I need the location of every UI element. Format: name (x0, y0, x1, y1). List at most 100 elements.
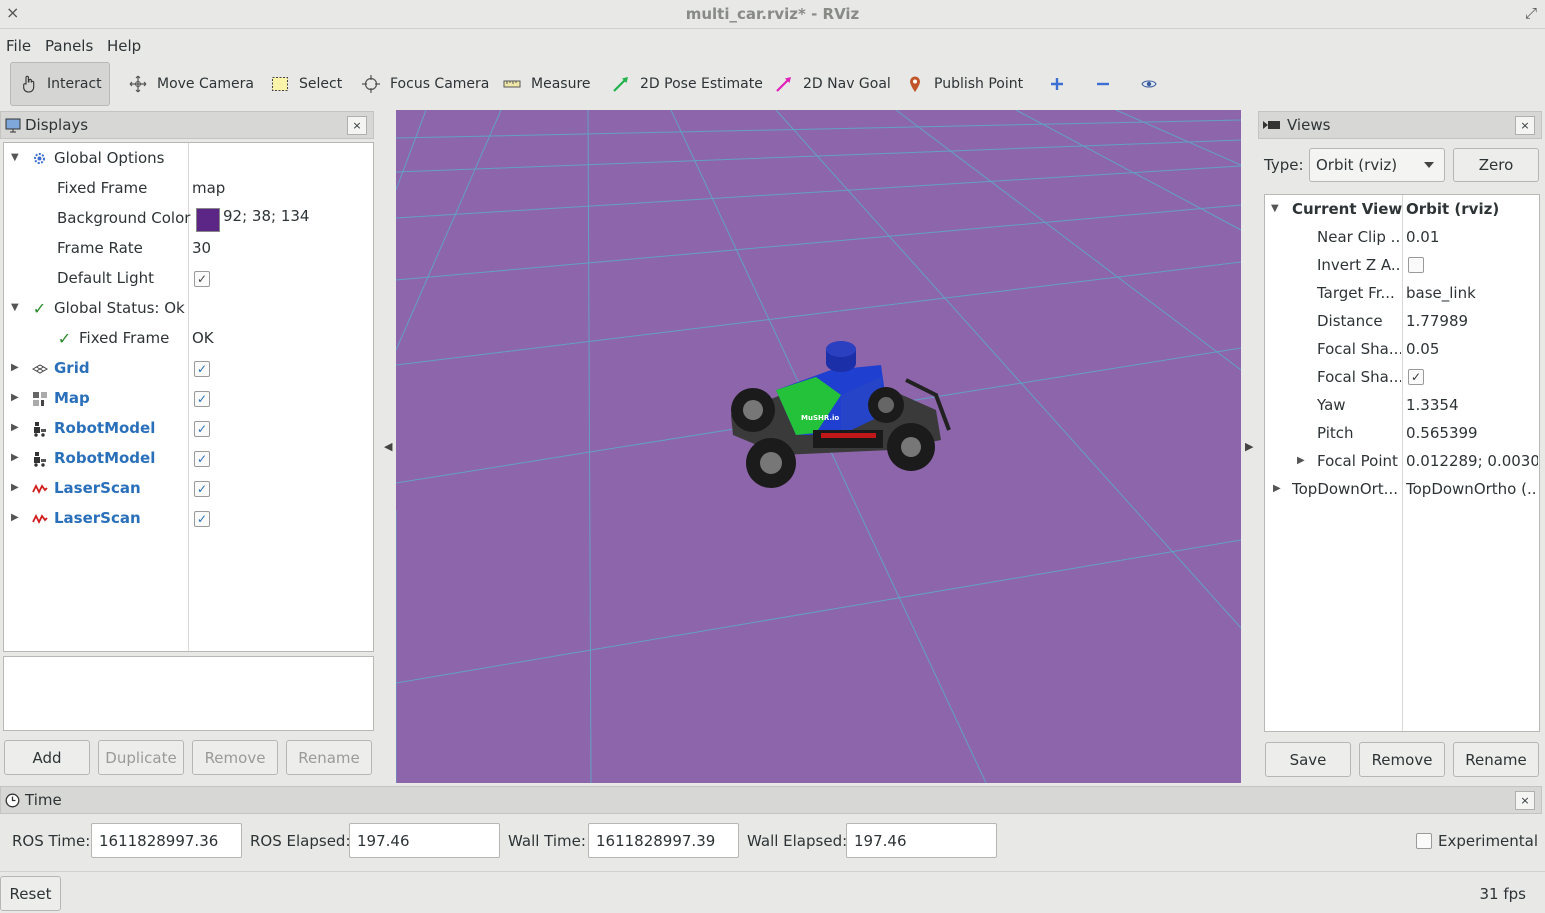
frame-rate-value[interactable]: 30 (192, 239, 211, 257)
tree-row-global-options[interactable]: ▼ Global Options (4, 143, 373, 173)
prop-value[interactable]: TopDownOrtho (... (1406, 480, 1538, 498)
rename-view-button[interactable]: Rename (1453, 742, 1539, 777)
display-enabled-checkbox[interactable]: ✓ (194, 481, 210, 497)
tool-focus-camera[interactable]: Focus Camera (352, 62, 499, 106)
reset-button[interactable]: Reset (0, 876, 61, 911)
tool-move-camera[interactable]: Move Camera (119, 62, 264, 106)
display-enabled-checkbox[interactable]: ✓ (194, 451, 210, 467)
experimental-checkbox[interactable] (1416, 833, 1432, 849)
expand-right-icon[interactable]: ▶ (11, 422, 19, 433)
expand-right-icon[interactable]: ▶ (1297, 455, 1305, 466)
tree-row-grid[interactable]: ▶ Grid ✓ (4, 353, 373, 383)
views-title: Views (1287, 116, 1331, 134)
displays-title: Displays (25, 116, 89, 134)
bg-color-value[interactable]: 92; 38; 134 (223, 207, 309, 225)
time-close-button[interactable]: × (1515, 791, 1535, 810)
tree-row-map[interactable]: ▶ Map ✓ (4, 383, 373, 413)
clock-icon (5, 793, 20, 808)
tree-row-near-clip[interactable]: Near Clip ... 0.01 (1265, 223, 1539, 251)
tree-row-fixed-frame[interactable]: Fixed Frame map (4, 173, 373, 203)
window-maximize-icon[interactable]: ⤢ (1525, 4, 1537, 22)
ros-elapsed-field[interactable]: 197.46 (349, 823, 500, 858)
tree-row-focal-shape-size[interactable]: Focal Sha... 0.05 (1265, 335, 1539, 363)
tree-row-frame-rate[interactable]: Frame Rate 30 (4, 233, 373, 263)
views-close-button[interactable]: × (1515, 116, 1535, 135)
fixed-frame-value[interactable]: map (192, 179, 225, 197)
tool-2d-pose-estimate[interactable]: 2D Pose Estimate (602, 62, 773, 106)
display-enabled-checkbox[interactable]: ✓ (194, 511, 210, 527)
expand-right-icon[interactable]: ▶ (11, 392, 19, 403)
prop-value[interactable]: 0.01 (1406, 228, 1538, 246)
color-swatch[interactable] (196, 208, 220, 232)
remove-view-button[interactable]: Remove (1359, 742, 1445, 777)
views-tree: ▼ Current View Orbit (rviz) Near Clip ..… (1264, 194, 1540, 732)
tree-row-global-status[interactable]: ▼ ✓ Global Status: Ok (4, 293, 373, 323)
display-enabled-checkbox[interactable]: ✓ (194, 391, 210, 407)
invert-z-checkbox[interactable] (1408, 257, 1424, 273)
view-type-select[interactable]: Orbit (rviz) (1309, 148, 1445, 182)
collapse-right-icon[interactable]: ▶ (1245, 440, 1253, 453)
prop-value[interactable]: 0.05 (1406, 340, 1538, 358)
tool-interact[interactable]: Interact (10, 62, 110, 106)
tree-row-current-view[interactable]: ▼ Current View Orbit (rviz) (1265, 195, 1539, 223)
zero-button[interactable]: Zero (1453, 148, 1539, 182)
menu-file[interactable]: File (6, 37, 31, 55)
tree-row-distance[interactable]: Distance 1.77989 (1265, 307, 1539, 335)
collapse-left-icon[interactable]: ◀ (384, 440, 392, 453)
expand-down-icon[interactable]: ▼ (11, 152, 19, 163)
tree-row-yaw[interactable]: Yaw 1.3354 (1265, 391, 1539, 419)
expand-right-icon[interactable]: ▶ (11, 362, 19, 373)
tree-row-laserscan[interactable]: ▶ LaserScan ✓ (4, 503, 373, 533)
wall-time-field[interactable]: 1611828997.39 (588, 823, 739, 858)
tree-label: RobotModel (54, 449, 156, 467)
tree-label: Current View (1292, 200, 1403, 218)
prop-value[interactable]: 1.77989 (1406, 312, 1538, 330)
ros-time-field[interactable]: 1611828997.36 (91, 823, 242, 858)
expand-right-icon[interactable]: ▶ (1273, 483, 1281, 494)
duplicate-display-button[interactable]: Duplicate (98, 740, 184, 775)
expand-right-icon[interactable]: ▶ (11, 512, 19, 523)
tree-row-target-frame[interactable]: Target Fr... base_link (1265, 279, 1539, 307)
default-light-checkbox[interactable]: ✓ (194, 271, 210, 287)
focal-shape-checkbox[interactable]: ✓ (1408, 369, 1424, 385)
menu-panels[interactable]: Panels (45, 37, 93, 55)
prop-value[interactable]: 1.3354 (1406, 396, 1538, 414)
displays-close-button[interactable]: × (347, 116, 367, 135)
expand-right-icon[interactable]: ▶ (11, 452, 19, 463)
wall-elapsed-field[interactable]: 197.46 (846, 823, 997, 858)
prop-value[interactable]: 0.012289; 0.0030... (1406, 452, 1538, 470)
tree-row-invert-z[interactable]: Invert Z A... (1265, 251, 1539, 279)
select-box-icon (271, 75, 289, 93)
tool-measure[interactable]: Measure (493, 62, 601, 106)
ros-elapsed-label: ROS Elapsed: (250, 832, 351, 850)
expand-down-icon[interactable]: ▼ (1271, 203, 1279, 214)
save-view-button[interactable]: Save (1265, 742, 1351, 777)
tree-row-focal-shape-fixed[interactable]: Focal Sha... ✓ (1265, 363, 1539, 391)
prop-value[interactable]: base_link (1406, 284, 1538, 302)
tree-row-robotmodel[interactable]: ▶ RobotModel ✓ (4, 443, 373, 473)
prop-value[interactable]: 0.565399 (1406, 424, 1538, 442)
menu-help[interactable]: Help (107, 37, 141, 55)
remove-display-button[interactable]: Remove (192, 740, 278, 775)
expand-down-icon[interactable]: ▼ (11, 302, 19, 313)
3d-viewport[interactable]: MuSHR.io (396, 110, 1241, 783)
tree-row-saved-view[interactable]: ▶ TopDownOrt... TopDownOrtho (... (1265, 475, 1539, 503)
tool-select[interactable]: Select (261, 62, 352, 106)
expand-right-icon[interactable]: ▶ (11, 482, 19, 493)
rename-display-button[interactable]: Rename (286, 740, 372, 775)
tree-row-default-light[interactable]: Default Light ✓ (4, 263, 373, 293)
display-enabled-checkbox[interactable]: ✓ (194, 421, 210, 437)
tree-row-focal-point[interactable]: ▶ Focal Point 0.012289; 0.0030... (1265, 447, 1539, 475)
tree-row-pitch[interactable]: Pitch 0.565399 (1265, 419, 1539, 447)
tree-row-status-fixed-frame[interactable]: ✓ Fixed Frame OK (4, 323, 373, 353)
add-tool-button[interactable] (1038, 62, 1076, 106)
tree-row-background-color[interactable]: Background Color 92; 38; 134 (4, 203, 373, 233)
tool-2d-nav-goal[interactable]: 2D Nav Goal (765, 62, 901, 106)
tree-row-laserscan[interactable]: ▶ LaserScan ✓ (4, 473, 373, 503)
add-display-button[interactable]: Add (4, 740, 90, 775)
display-enabled-checkbox[interactable]: ✓ (194, 361, 210, 377)
remove-tool-button[interactable] (1084, 62, 1122, 106)
tool-publish-point[interactable]: Publish Point (896, 62, 1033, 106)
tree-row-robotmodel[interactable]: ▶ RobotModel ✓ (4, 413, 373, 443)
tool-visibility-button[interactable] (1130, 62, 1168, 106)
